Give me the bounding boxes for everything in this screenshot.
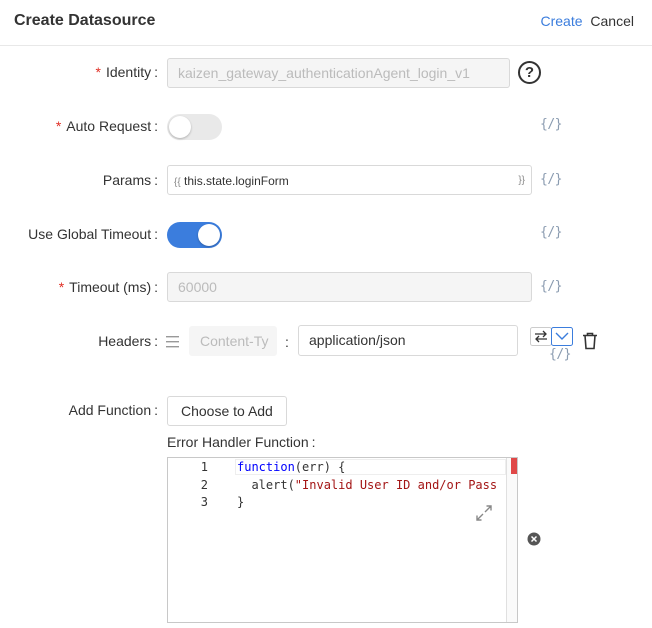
params-expr-toggle[interactable]: {/} [540, 172, 562, 187]
switch-knob [169, 116, 191, 138]
params-open-brace: {{ [174, 177, 181, 188]
timeout-input[interactable]: 60000 [167, 272, 532, 302]
code-line: } [237, 495, 245, 509]
headers-expr-toggle[interactable]: {/} [549, 347, 571, 362]
dialog-title: Create Datasource [14, 12, 156, 29]
header-key-input[interactable]: Content-Ty [189, 326, 277, 356]
code-line: alert("Invalid User ID and/or Pass [237, 478, 498, 492]
add-function-label: Add Function: [68, 402, 158, 418]
auto-request-expr-toggle[interactable]: {/} [540, 117, 562, 132]
code-line: function(err) { [237, 460, 346, 474]
error-marker [511, 458, 517, 474]
editor-scrollbar[interactable] [506, 458, 517, 622]
use-global-timeout-switch[interactable] [167, 222, 222, 248]
timeout-placeholder: 60000 [178, 279, 217, 295]
line-number: 1 [200, 460, 208, 474]
error-handler-label: Error Handler Function: [167, 434, 316, 450]
params-input[interactable]: {{ this.state.loginForm }} [167, 165, 532, 195]
trash-icon[interactable] [582, 332, 598, 350]
identity-input[interactable]: kaizen_gateway_authenticationAgent_login… [167, 58, 510, 88]
use-global-timeout-label: Use Global Timeout: [28, 226, 158, 242]
identity-label: * Identity: [95, 64, 158, 80]
expand-icon[interactable] [475, 504, 493, 522]
cancel-button[interactable]: Cancel [590, 13, 634, 29]
header-value-input[interactable]: application/json [298, 325, 518, 356]
switch-knob [198, 224, 220, 246]
header-actions: Create Cancel [540, 13, 634, 29]
params-close-brace: }} [518, 175, 525, 186]
swap-icon[interactable] [530, 327, 552, 346]
help-icon[interactable]: ? [518, 61, 541, 84]
header-value: application/json [309, 332, 406, 348]
headers-label: Headers: [98, 333, 158, 349]
close-circle-icon[interactable] [527, 532, 541, 546]
code-editor[interactable]: 1 2 3 function(err) { alert("Invalid Use… [167, 457, 518, 623]
create-button[interactable]: Create [540, 13, 582, 29]
drag-handle-icon[interactable] [166, 335, 180, 348]
auto-request-label: * Auto Request: [55, 118, 158, 134]
auto-request-switch[interactable] [167, 114, 222, 140]
dialog-header: Create Datasource Create Cancel [0, 0, 652, 46]
header-separator: : [285, 334, 289, 350]
line-number: 2 [200, 478, 208, 492]
params-label: Params: [102, 172, 158, 188]
header-key-placeholder: Content-Ty [200, 333, 269, 349]
identity-value: kaizen_gateway_authenticationAgent_login… [178, 65, 470, 81]
params-value: this.state.loginForm [184, 174, 289, 188]
line-number: 3 [200, 495, 208, 509]
timeout-expr-toggle[interactable]: {/} [540, 279, 562, 294]
required-marker: * [95, 64, 101, 80]
required-marker: * [58, 279, 65, 295]
choose-to-add-button[interactable]: Choose to Add [167, 396, 287, 426]
chevron-down-icon[interactable] [551, 327, 573, 346]
use-global-timeout-expr-toggle[interactable]: {/} [540, 225, 562, 240]
timeout-label: * Timeout (ms): [58, 279, 158, 295]
required-marker: * [55, 118, 62, 134]
